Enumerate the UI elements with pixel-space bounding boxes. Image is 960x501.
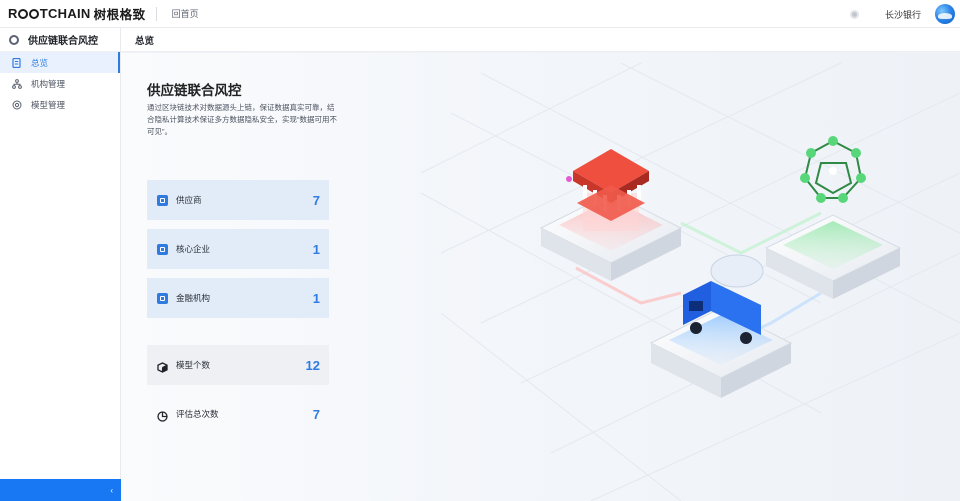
chevron-left-icon: ‹ [110, 486, 113, 495]
overview-panel: 供应链联合风控 通过区块链技术对数据源头上链，保证数据真实可靠，结合隐私计算技术… [121, 53, 960, 501]
stat-card-core-enterprise[interactable]: 核心企业 1 [147, 229, 329, 269]
logo-chinese-name: 树根格致 [93, 8, 146, 22]
logo-ring-icon [18, 8, 29, 19]
divider [155, 6, 157, 21]
stat-label: 供应商 [176, 195, 202, 205]
sidebar-title: 供应链联合风控 [28, 36, 98, 47]
help-icon[interactable] [849, 9, 859, 19]
logo-suffix: TCHAIN [39, 6, 91, 21]
top-bar: R TCHAIN 树根格致 回首页 长沙银行 [0, 0, 960, 28]
main-content: 总览 供应链联合风控 通过区块链技术对数据源头上链，保证数据真实可靠，结合隐私计… [121, 28, 960, 501]
overview-title: 供应链联合风控 [147, 83, 242, 98]
organization-name[interactable]: 长沙银行 [885, 8, 921, 21]
bank-icon [157, 292, 168, 304]
sidebar-item-label: 模型管理 [31, 99, 66, 110]
model-target-icon [11, 99, 22, 110]
stat-card-financial-institution[interactable]: 金融机构 1 [147, 278, 329, 318]
org-tree-icon [11, 78, 22, 89]
logo-prefix: R [8, 6, 18, 21]
stat-value: 12 [305, 357, 320, 373]
supplier-icon [157, 194, 168, 206]
stat-value: 1 [312, 241, 320, 257]
stat-card-model-count[interactable]: 模型个数 12 [147, 345, 329, 385]
stat-card-supplier[interactable]: 供应商 7 [147, 180, 329, 220]
breadcrumb: 总览 [121, 28, 960, 52]
sidebar-item-model-management[interactable]: 模型管理 [0, 94, 120, 115]
pie-icon [157, 409, 168, 422]
logo-ring-icon [29, 8, 40, 19]
stat-card-evaluation-count[interactable]: 评估总次数 7 [147, 394, 329, 434]
cube-icon [157, 360, 168, 373]
sidebar-item-overview[interactable]: 总览 [0, 52, 120, 73]
home-link[interactable]: 回首页 [172, 7, 199, 20]
stat-value: 1 [312, 290, 320, 306]
core-enterprise-icon [157, 243, 168, 255]
stat-label: 模型个数 [176, 360, 211, 370]
sidebar-header: 供应链联合风控 [0, 28, 120, 52]
document-icon [11, 57, 22, 68]
avatar[interactable] [935, 4, 955, 24]
sidebar-item-org-management[interactable]: 机构管理 [0, 73, 120, 94]
app-gear-icon [9, 34, 19, 45]
stat-value: 7 [312, 192, 320, 208]
page-title: 总览 [135, 35, 155, 47]
stat-label: 评估总次数 [176, 409, 219, 419]
sidebar-item-label: 机构管理 [31, 78, 66, 89]
stat-label: 金融机构 [176, 293, 211, 303]
brand-logo[interactable]: R TCHAIN 树根格致 [8, 4, 146, 23]
stat-value: 7 [312, 406, 320, 422]
stat-label: 核心企业 [176, 244, 211, 254]
overview-description: 通过区块链技术对数据源头上链，保证数据真实可靠，结合隐私计算技术保证多方数据隐私… [147, 103, 337, 136]
sidebar: 供应链联合风控 总览 机构管理 模型管理 ‹ [0, 28, 121, 501]
sidebar-item-label: 总览 [31, 57, 49, 68]
sidebar-collapse-button[interactable]: ‹ [0, 479, 121, 501]
